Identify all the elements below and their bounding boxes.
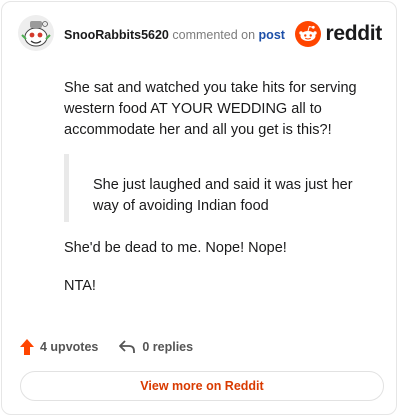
upvote-arrow-icon[interactable] — [19, 338, 35, 356]
comment-footer: 4 upvotes 0 replies — [19, 338, 193, 356]
comment-header: SnooRabbits5620 commented on post — [64, 27, 285, 43]
comment-paragraph-3: NTA! — [64, 278, 96, 294]
reddit-logo-icon — [295, 21, 322, 47]
comment-paragraph-2: She'd be dead to me. Nope! Nope! — [64, 240, 287, 256]
reddit-brand-link[interactable]: reddit — [295, 21, 382, 47]
snoo-avatar-icon[interactable] — [18, 15, 54, 51]
reply-count: 0 replies — [142, 340, 194, 354]
comment-paragraph-1: She sat and watched you take hits for se… — [64, 80, 357, 138]
quote-text: She just laughed and said it was just he… — [93, 177, 353, 214]
commented-on-text: commented on — [172, 28, 256, 42]
reply-arrow-icon[interactable] — [118, 339, 136, 355]
reddit-wordmark: reddit — [325, 22, 382, 45]
comment-embed-card: SnooRabbits5620 commented on post reddit… — [1, 1, 397, 415]
view-more-button[interactable]: View more on Reddit — [20, 371, 384, 401]
username-link[interactable]: SnooRabbits5620 — [64, 28, 169, 42]
comment-blockquote: She just laughed and said it was just he… — [64, 154, 364, 222]
upvote-count: 4 upvotes — [40, 340, 99, 354]
post-link[interactable]: post — [259, 28, 285, 42]
